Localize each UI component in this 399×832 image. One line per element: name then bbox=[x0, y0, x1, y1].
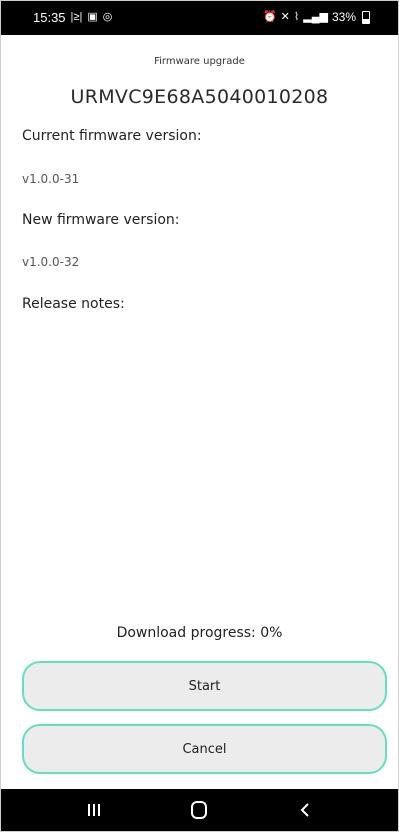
current-version-label: Current firmware version: bbox=[22, 128, 202, 144]
home-button[interactable] bbox=[169, 789, 229, 831]
status-left: 15:35 |≥| ▣ ◎ bbox=[33, 10, 112, 25]
alarm-icon: ⏰ bbox=[262, 10, 277, 23]
download-progress-text: Download progress: 0% bbox=[116, 625, 283, 641]
page-title: Firmware upgrade bbox=[154, 56, 245, 67]
current-version-value: v1.0.0-31 bbox=[22, 172, 80, 186]
battery-level: 33% bbox=[331, 10, 356, 24]
status-bar: 15:35 |≥| ▣ ◎ ⏰ ✕ ⌇ ▂▄▆ 33% bbox=[1, 1, 398, 35]
status-right: ⏰ ✕ ⌇ ▂▄▆ 33% bbox=[263, 10, 370, 24]
cancel-button[interactable]: Cancel bbox=[22, 724, 387, 774]
new-version-value: v1.0.0-32 bbox=[22, 255, 80, 269]
back-button[interactable] bbox=[275, 789, 335, 831]
start-button[interactable]: Start bbox=[22, 661, 387, 711]
phone-screen: 15:35 |≥| ▣ ◎ ⏰ ✕ ⌇ ▂▄▆ 33% Firmware upg… bbox=[0, 0, 399, 832]
signal-icon: ▂▄▆ bbox=[303, 10, 328, 23]
mute-icon: ✕ bbox=[280, 10, 290, 23]
notification-icon: |≥| bbox=[70, 11, 83, 23]
navigation-bar bbox=[1, 789, 398, 831]
image-icon: ▣ bbox=[87, 11, 98, 23]
release-notes-label: Release notes: bbox=[22, 296, 125, 312]
back-icon bbox=[300, 803, 309, 817]
new-version-label: New firmware version: bbox=[22, 212, 180, 228]
firmware-upgrade-content: Firmware upgrade URMVC9E68A5040010208 Cu… bbox=[1, 35, 398, 789]
whatsapp-icon: ◎ bbox=[102, 11, 113, 23]
recents-icon bbox=[87, 804, 100, 816]
status-time: 15:35 bbox=[33, 10, 66, 25]
recents-button[interactable] bbox=[64, 789, 124, 831]
home-icon bbox=[191, 801, 208, 819]
battery-icon bbox=[362, 10, 370, 24]
device-id: URMVC9E68A5040010208 bbox=[70, 86, 329, 108]
wifi-call-icon: ⌇ bbox=[293, 10, 300, 23]
